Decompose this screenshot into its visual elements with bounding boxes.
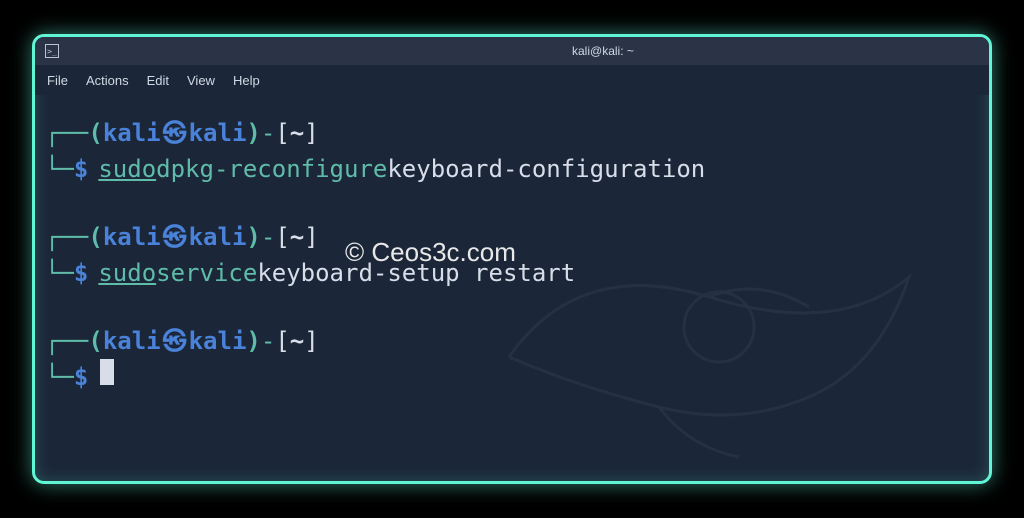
prompt-block-1: ┌── ( kali ㉿ kali ) - [ ~ ] └─ $ sudo dp… <box>45 115 979 187</box>
bracket-open: [ <box>275 115 289 151</box>
command-line-2: └─ $ sudo service keyboard-setup restart <box>45 255 979 291</box>
corner-top: ┌── <box>45 219 88 255</box>
dollar-sign: $ <box>74 359 88 395</box>
dash: - <box>261 323 275 359</box>
prompt-path: ~ <box>290 219 304 255</box>
prompt-host: kali <box>189 323 247 359</box>
command-line-1: └─ $ sudo dpkg-reconfigure keyboard-conf… <box>45 151 979 187</box>
corner-bottom: └─ <box>45 255 74 291</box>
paren-close: ) <box>246 219 260 255</box>
bracket-open: [ <box>275 323 289 359</box>
menu-help[interactable]: Help <box>233 73 260 88</box>
dollar-sign: $ <box>74 255 88 291</box>
dash: - <box>261 115 275 151</box>
menu-view[interactable]: View <box>187 73 215 88</box>
prompt-user: kali <box>103 323 161 359</box>
terminal-body[interactable]: ┌── ( kali ㉿ kali ) - [ ~ ] └─ $ sudo dp… <box>35 95 989 437</box>
corner-top: ┌── <box>45 115 88 151</box>
titlebar[interactable]: >_ kali@kali: ~ <box>35 37 989 65</box>
skull-icon: ㉿ <box>161 323 189 359</box>
bracket-open: [ <box>275 219 289 255</box>
prompt-line-2: ┌── ( kali ㉿ kali ) - [ ~ ] <box>45 219 979 255</box>
menu-file[interactable]: File <box>47 73 68 88</box>
command-line-3[interactable]: └─ $ <box>45 359 979 395</box>
terminal-icon: >_ <box>45 44 59 58</box>
terminal-window: >_ kali@kali: ~ File Actions Edit View H… <box>32 34 992 484</box>
prompt-line-1: ┌── ( kali ㉿ kali ) - [ ~ ] <box>45 115 979 151</box>
menu-edit[interactable]: Edit <box>147 73 169 88</box>
prompt-path: ~ <box>290 115 304 151</box>
prompt-host: kali <box>189 219 247 255</box>
corner-bottom: └─ <box>45 151 74 187</box>
prompt-path: ~ <box>290 323 304 359</box>
dollar-sign: $ <box>74 151 88 187</box>
sudo-keyword: sudo <box>98 255 156 291</box>
paren-open: ( <box>88 323 102 359</box>
menubar: File Actions Edit View Help <box>35 65 989 95</box>
prompt-block-3: ┌── ( kali ㉿ kali ) - [ ~ ] └─ $ <box>45 323 979 395</box>
corner-top: ┌── <box>45 323 88 359</box>
paren-close: ) <box>246 115 260 151</box>
paren-close: ) <box>246 323 260 359</box>
paren-open: ( <box>88 219 102 255</box>
bracket-close: ] <box>304 115 318 151</box>
bracket-close: ] <box>304 219 318 255</box>
paren-open: ( <box>88 115 102 151</box>
prompt-user: kali <box>103 219 161 255</box>
skull-icon: ㉿ <box>161 115 189 151</box>
prompt-user: kali <box>103 115 161 151</box>
window-title: kali@kali: ~ <box>572 44 634 58</box>
cursor-block <box>100 359 114 385</box>
dash: - <box>261 219 275 255</box>
prompt-line-3: ┌── ( kali ㉿ kali ) - [ ~ ] <box>45 323 979 359</box>
skull-icon: ㉿ <box>161 219 189 255</box>
menu-actions[interactable]: Actions <box>86 73 129 88</box>
command-args: keyboard-setup restart <box>257 255 575 291</box>
command-args: keyboard-configuration <box>387 151 705 187</box>
prompt-host: kali <box>189 115 247 151</box>
bracket-close: ] <box>304 323 318 359</box>
corner-bottom: └─ <box>45 359 74 395</box>
prompt-block-2: ┌── ( kali ㉿ kali ) - [ ~ ] └─ $ sudo se… <box>45 219 979 291</box>
command-name: dpkg-reconfigure <box>156 151 387 187</box>
sudo-keyword: sudo <box>98 151 156 187</box>
command-name: service <box>156 255 257 291</box>
